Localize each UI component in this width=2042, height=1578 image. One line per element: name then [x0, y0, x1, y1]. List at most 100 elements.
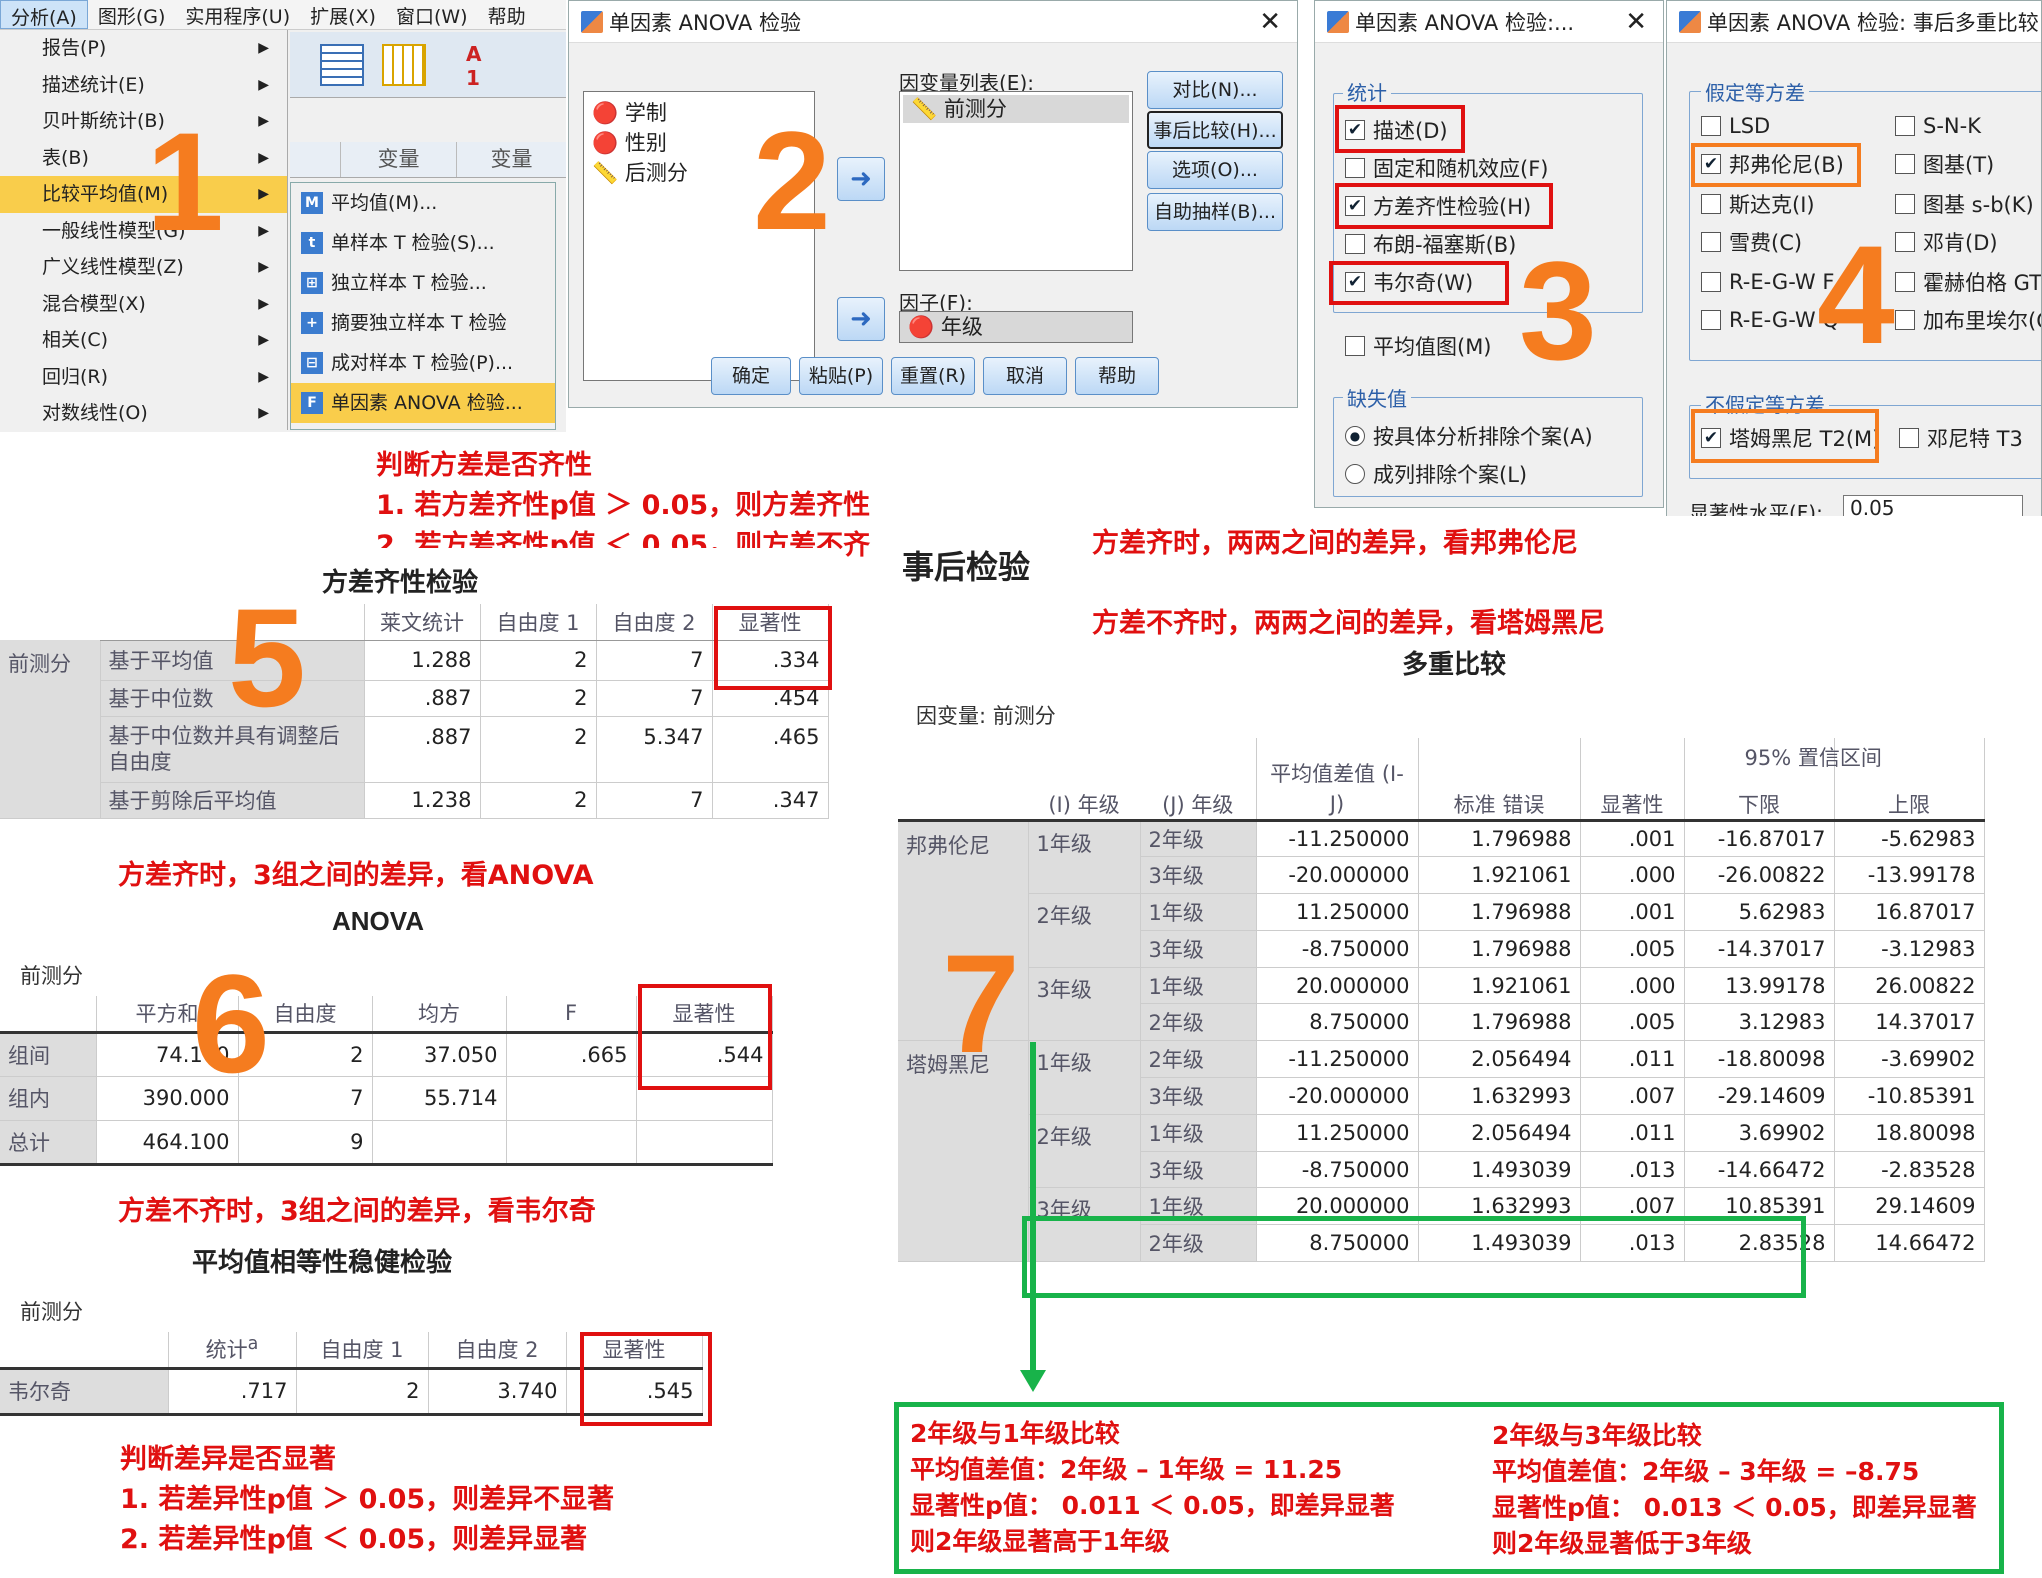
- menu-item-bayesian[interactable]: 贝叶斯统计(B) ▶: [0, 103, 287, 140]
- submenu-one-way-anova[interactable]: F 单因素 ANOVA 检验...: [291, 383, 555, 423]
- scheffe-checkbox[interactable]: 雪费(C): [1701, 223, 1802, 261]
- dependent-item[interactable]: 📏 前测分: [903, 95, 1129, 123]
- step-number-4: 4: [1817, 216, 1895, 373]
- tukey-checkbox[interactable]: 图基(T): [1895, 145, 1994, 183]
- step-number-5: 5: [228, 579, 306, 736]
- summary-grade2-vs-grade3: 2年级与3年级比较 平均值差值：2年级 – 3年级 = –8.75 显著性p值： 0…: [1492, 1421, 1977, 1558]
- submenu-means[interactable]: M 平均值(M)...: [291, 183, 555, 223]
- close-icon[interactable]: ✕: [1259, 7, 1281, 37]
- menu-help[interactable]: 帮助: [478, 0, 536, 29]
- anova-title: ANOVA: [332, 906, 424, 936]
- ok-button[interactable]: 确定: [711, 357, 791, 395]
- cancel-button[interactable]: 取消: [983, 357, 1067, 395]
- highlight-homogeneity: [1335, 183, 1553, 229]
- post-hoc-dv: 因变量: 前测分: [916, 704, 1056, 728]
- post-hoc-dialog-titlebar: 单因素 ANOVA 检验: 事后多重比较: [1667, 1, 2041, 43]
- hochberg-checkbox[interactable]: 霍赫伯格 GT2: [1895, 263, 2041, 301]
- menu-item-loglinear[interactable]: 对数线性(O) ▶: [0, 395, 287, 432]
- anova-dialog: 单因素 ANOVA 检验 ✕ 🔴 学制 🔴 性别 📏 后测分 ➜ ➜ 因变量列表(…: [568, 0, 1298, 408]
- gabriel-checkbox[interactable]: 加布里埃尔(G): [1895, 301, 2041, 339]
- anova-dv: 前测分: [20, 964, 83, 988]
- grid-icon[interactable]: [320, 44, 364, 86]
- paste-button[interactable]: 粘贴(P): [799, 357, 883, 395]
- note-bonferroni: 方差齐时，两两之间的差异，看邦弗伦尼: [1092, 528, 1578, 559]
- submenu-independent-t[interactable]: ⊞ 独立样本 T 检验...: [291, 263, 555, 303]
- table-row: 基于剪除后平均值 1.238 2 7.347: [0, 782, 829, 819]
- independent-t-icon: ⊞: [301, 272, 323, 294]
- highlight-descriptive: [1335, 105, 1465, 153]
- move-to-factor-button[interactable]: ➜: [837, 297, 885, 341]
- menu-item-descriptive[interactable]: 描述统计(E) ▶: [0, 67, 287, 104]
- factor-field[interactable]: 🔴 年级: [899, 311, 1133, 343]
- duncan-checkbox[interactable]: 邓肯(D): [1895, 223, 1998, 261]
- submenu-summary-t[interactable]: + 摘要独立样本 T 检验: [291, 303, 555, 343]
- means-icon: M: [301, 192, 323, 214]
- sidak-checkbox[interactable]: 斯达克(I): [1701, 185, 1815, 223]
- snk-checkbox[interactable]: S-N-K: [1895, 107, 1981, 145]
- spss-icon: [1327, 10, 1349, 33]
- close-icon[interactable]: ✕: [1625, 7, 1647, 37]
- spss-icon: [1679, 10, 1701, 33]
- options-button[interactable]: 选项(O)...: [1147, 151, 1283, 189]
- move-to-dependent-button[interactable]: ➜: [837, 157, 885, 201]
- ci-header: 95% 置信区间: [1744, 746, 1882, 770]
- means-plot-checkbox[interactable]: 平均值图(M): [1345, 327, 1492, 365]
- table-header-row: 莱文统计 自由度 1 自由度 2 显著性: [0, 604, 829, 641]
- highlight-bonferroni: [1691, 143, 1861, 187]
- submenu-paired-t[interactable]: ⊟ 成对样本 T 检验(P)...: [291, 343, 555, 383]
- menu-item-tables[interactable]: 表(B) ▶: [0, 140, 287, 177]
- table-row: 3年级 1年级 20.000000 1.921061.000 13.99178 26.00…: [898, 967, 1985, 1042]
- compare-means-submenu: M 平均值(M)... t 单样本 T 检验(S)... ⊞ 独立样本 T 检验...…: [290, 182, 556, 430]
- step-number-3: 3: [1519, 232, 1597, 389]
- menu-analyze[interactable]: 分析(A): [0, 0, 88, 29]
- menu-item-mixed[interactable]: 混合模型(X) ▶: [0, 286, 287, 323]
- table-row: 基于中位数并具有调整后自由度 .887 2 5.347.465: [0, 716, 829, 783]
- menu-extensions[interactable]: 扩展(X): [300, 0, 386, 29]
- highlight-levene-sig: [714, 606, 832, 690]
- help-button[interactable]: 帮助: [1075, 357, 1159, 395]
- anova-panel: 方差齐时，3组之间的差异，看ANOVA ANOVA 前测分 平方和 自由度 均方 F 显…: [0, 856, 780, 1578]
- menu-window[interactable]: 窗口(W): [386, 0, 478, 29]
- menu-item-reports[interactable]: 报告(P) ▶: [0, 30, 287, 67]
- regwf-checkbox[interactable]: R-E-G-W F: [1701, 263, 1834, 301]
- tukey-b-checkbox[interactable]: 图基 s-b(K): [1895, 185, 2034, 223]
- lsd-checkbox[interactable]: LSD: [1701, 107, 1770, 145]
- menu-item-gzlm[interactable]: 广义线性模型(Z) ▶: [0, 249, 287, 286]
- menu-graphs[interactable]: 图形(G): [88, 0, 176, 29]
- menu-utilities[interactable]: 实用程序(U): [175, 0, 300, 29]
- highlight-welch: [1329, 261, 1509, 305]
- contrasts-button[interactable]: 对比(N)...: [1147, 71, 1283, 109]
- green-arrow-head: [1020, 1370, 1046, 1392]
- submenu-one-sample-t[interactable]: t 单样本 T 检验(S)...: [291, 223, 555, 263]
- post-hoc-button[interactable]: 事后比较(H)...: [1147, 111, 1283, 149]
- menu-item-compare-means[interactable]: 比较平均值(M) ▶: [0, 176, 287, 213]
- note-tamhane: 方差不齐时，两两之间的差异，看塔姆黑尼: [1092, 608, 1605, 639]
- dependent-list[interactable]: 📏 前测分: [899, 91, 1133, 271]
- table-row: 前测分 基于平均值 1.288 2 7.334: [0, 640, 829, 819]
- post-hoc-title: 事后检验: [902, 548, 1031, 586]
- menu-item-correlate[interactable]: 相关(C) ▶: [0, 322, 287, 359]
- spss-icon: [581, 10, 603, 33]
- table-row: 基于中位数 .887 2 7.454: [0, 680, 829, 717]
- equal-variance-label: 假定等方差: [1701, 77, 1809, 106]
- note-anova: 方差齐时，3组之间的差异，看ANOVA: [118, 860, 594, 891]
- options-dialog: 单因素 ANOVA 检验:... ✕ 统计 ✔ 描述(D) 固定和随机效应(F) ✔…: [1314, 0, 1664, 508]
- highlight-tamhane: [1691, 409, 1879, 463]
- radio-analysis-by-analysis[interactable]: ● 按具体分析排除个案(A): [1345, 417, 1593, 455]
- radio-listwise[interactable]: 成列排除个案(L): [1345, 455, 1527, 493]
- bootstrap-button[interactable]: 自助抽样(B)...: [1147, 193, 1283, 231]
- reset-button[interactable]: 重置(R): [891, 357, 975, 395]
- paired-t-icon: ⊟: [301, 352, 323, 374]
- dunnett-t3-checkbox[interactable]: 邓尼特 T3: [1899, 419, 2023, 457]
- toolbar: A1: [290, 32, 566, 98]
- brown-forsythe-checkbox[interactable]: 布朗-福塞斯(B): [1345, 225, 1516, 263]
- menu-item-glm[interactable]: 一般线性模型(G) ▶: [0, 213, 287, 250]
- var-header-row: 变量 变量: [290, 142, 566, 178]
- menu-item-regression[interactable]: 回归(R) ▶: [0, 359, 287, 396]
- note-significance: 判断差异是否显著 1. 若差异性p值 ＞ 0.05，则差异不显著 2. 若差异性p值…: [120, 1444, 615, 1555]
- table-row: 2年级 1年级 11.250000 1.796988.001 5.62983 16.870…: [898, 893, 1985, 968]
- table-icon[interactable]: [382, 44, 426, 86]
- green-arrow-line: [1030, 1042, 1036, 1372]
- fixed-random-checkbox[interactable]: 固定和随机效应(F): [1345, 149, 1548, 187]
- value-labels-icon[interactable]: A1: [466, 42, 508, 90]
